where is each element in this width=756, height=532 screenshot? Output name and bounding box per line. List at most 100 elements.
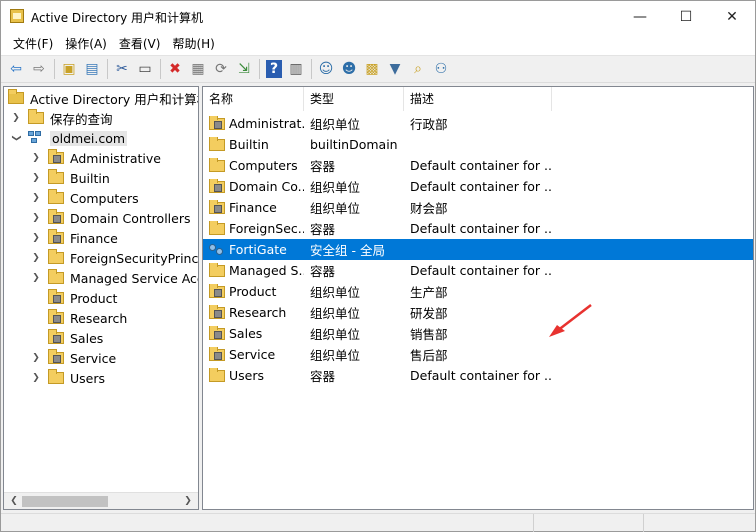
list-item-description: Default container for ... [410,263,552,278]
scroll-thumb[interactable] [22,496,108,507]
export-icon[interactable]: ⇲ [233,58,255,80]
help-icon[interactable]: ? [266,60,282,78]
tree-item[interactable]: ❯ Managed Service Accounts [30,268,198,288]
maximize-button[interactable]: ☐ [663,1,709,33]
column-name[interactable]: 名称 [203,87,304,111]
list-item-description: 行政部 [410,117,448,132]
chevron-right-icon[interactable]: ❯ [30,173,42,183]
list-item[interactable]: Service 组织单位 售后部 [203,344,753,365]
list-item[interactable]: Research 组织单位 研发部 [203,302,753,323]
menu-view[interactable]: 查看(V) [113,33,167,55]
folder-icon [209,137,225,151]
console-tree[interactable]: Active Directory 用户和计算机 ❯ 保存的查询 ❯ oldmei… [3,86,199,510]
domain-icon [28,131,44,145]
status-separator [533,514,534,532]
tree-item[interactable]: Product [30,288,117,308]
back-button[interactable]: ⇦ [5,58,27,80]
find-icon[interactable]: ⌕ [407,58,429,80]
filter-icon[interactable]: ▼ [384,58,406,80]
close-button[interactable]: ✕ [709,1,755,33]
tree-item[interactable]: Sales [30,328,103,348]
tree-item-label: Service [70,350,117,366]
list-item-name: Managed S... [203,263,304,278]
list-item[interactable]: FortiGate 安全组 - 全局 [203,239,753,260]
list-item[interactable]: Domain Co... 组织单位 Default container for ..… [203,176,753,197]
list-item[interactable]: Builtin builtinDomain [203,134,753,155]
folder-icon [48,249,64,264]
tree-item[interactable]: ❯ Domain Controllers [30,208,190,228]
menu-file[interactable]: 文件(F) [7,33,59,55]
list-item-type: 组织单位 [310,348,361,363]
list-item[interactable]: Managed S... 容器 Default container for ... [203,260,753,281]
ou-folder-icon [48,209,64,224]
tree-horizontal-scrollbar[interactable]: ❮ ❯ [4,492,198,509]
list-item[interactable]: Users 容器 Default container for ... [203,365,753,386]
chevron-right-icon[interactable]: ❯ [30,153,42,163]
tree-item[interactable]: ❯ Computers [30,188,139,208]
details-pane[interactable]: 名称 类型 描述 Administrat... 组织单位 行政部 Builtin bui… [202,86,754,510]
chevron-right-icon[interactable]: ❯ [30,193,42,203]
chevron-right-icon[interactable]: ❯ [30,373,42,383]
tree-item[interactable]: Research [30,308,127,328]
delete-icon[interactable]: ✖ [164,58,186,80]
list-item[interactable]: Administrat... 组织单位 行政部 [203,113,753,134]
tree-domain[interactable]: ❯ oldmei.com [10,128,128,148]
list-item-name-text: Domain Co... [229,179,304,194]
list-item-type: 容器 [310,369,336,384]
list-item[interactable]: Product 组织单位 生产部 [203,281,753,302]
ou-folder-icon [209,200,225,214]
column-description[interactable]: 描述 [404,87,552,111]
scroll-right-icon[interactable]: ❯ [180,495,196,508]
refresh-icon[interactable]: ⟳ [210,58,232,80]
list-item-type: 组织单位 [310,180,361,195]
tree-saved-queries[interactable]: ❯ 保存的查询 [10,108,113,128]
list-item[interactable]: ForeignSec... 容器 Default container for ... [203,218,753,239]
new-group-icon[interactable]: ☻ [338,58,360,80]
column-type[interactable]: 类型 [304,87,404,111]
console-icon[interactable]: ▥ [285,58,307,80]
list-item-name-text: Managed S... [229,263,304,278]
tree-item[interactable]: ❯ Finance [30,228,118,248]
toolbar-separator [54,59,55,79]
tree-item[interactable]: ❯ Builtin [30,168,110,188]
list-item[interactable]: Computers 容器 Default container for ... [203,155,753,176]
tree-item[interactable]: ❯ Administrative [30,148,161,168]
list-item-type: 组织单位 [310,306,361,321]
tree-item[interactable]: ❯ Users [30,368,105,388]
chevron-right-icon[interactable]: ❯ [30,253,42,263]
properties-icon[interactable]: ▦ [187,58,209,80]
tree-item[interactable]: ❯ ForeignSecurityPrincipals [30,248,198,268]
tree-item-label: Users [70,370,106,386]
cut-icon[interactable]: ✂ [111,58,133,80]
list-item[interactable]: Finance 组织单位 财会部 [203,197,753,218]
tree-root[interactable]: Active Directory 用户和计算机 [8,88,198,108]
minimize-button[interactable]: — [617,1,663,33]
annotation-arrow-icon [549,304,592,337]
chevron-right-icon[interactable]: ❯ [30,213,42,223]
menu-help[interactable]: 帮助(H) [166,33,220,55]
list-item-description: 售后部 [410,348,448,363]
tree-item-label: Research [70,310,128,326]
show-tree-icon[interactable]: ▤ [81,58,103,80]
chevron-right-icon[interactable]: ❯ [30,353,42,363]
title-bar[interactable]: Active Directory 用户和计算机 — ☐ ✕ [1,1,755,33]
forward-button[interactable]: ⇨ [28,58,50,80]
menu-action[interactable]: 操作(A) [59,33,113,55]
chevron-right-icon[interactable]: ❯ [10,113,22,123]
chevron-right-icon[interactable]: ❯ [30,233,42,243]
folder-icon [48,269,64,284]
list-item[interactable]: Sales 组织单位 销售部 [203,323,753,344]
scroll-left-icon[interactable]: ❮ [6,495,22,508]
chevron-down-icon[interactable]: ❯ [11,132,21,144]
ou-folder-icon [209,284,225,298]
up-level-icon[interactable]: ▣ [58,58,80,80]
new-ou-icon[interactable]: ▩ [361,58,383,80]
new-user-icon[interactable]: ☺ [315,58,337,80]
tree-item-label: Builtin [70,170,110,186]
chevron-right-icon[interactable]: ❯ [30,273,42,283]
ou-folder-icon [209,326,225,340]
add-to-group-icon[interactable]: ⚇ [430,58,452,80]
copy-icon[interactable]: ▭ [134,58,156,80]
tree-item[interactable]: ❯ Service [30,348,116,368]
list-item-description: Default container for ... [410,221,552,236]
